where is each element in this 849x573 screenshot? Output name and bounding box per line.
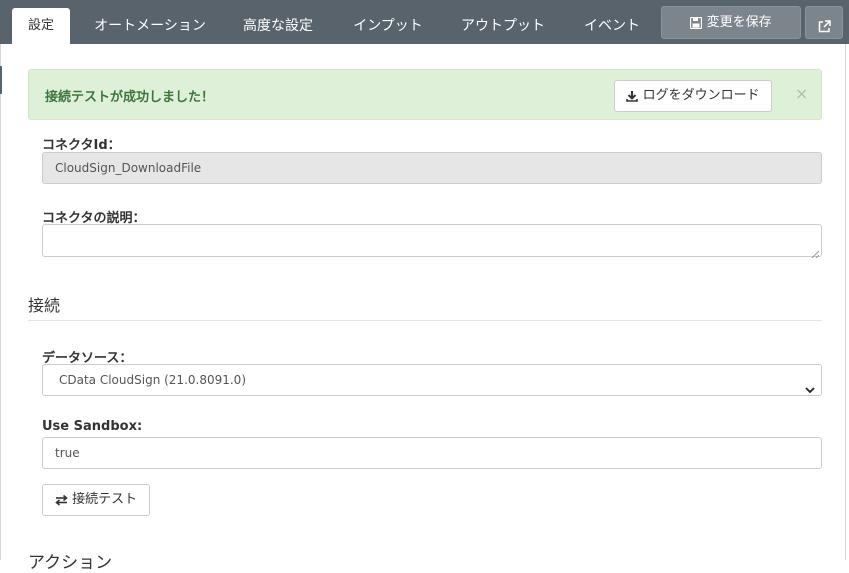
floppy-disk-icon xyxy=(690,15,706,30)
download-icon xyxy=(626,88,642,103)
save-changes-label: 変更を保存 xyxy=(706,15,772,30)
use-sandbox-input[interactable]: true xyxy=(42,437,822,469)
tab-input[interactable]: インプット xyxy=(340,8,436,44)
connection-test-button[interactable]: 接続テスト xyxy=(42,484,150,516)
actions-section-title: アクション xyxy=(28,553,113,573)
datasource-value: CData CloudSign (21.0.8091.0) xyxy=(59,373,246,387)
connector-id-field: CloudSign_DownloadFile xyxy=(42,152,822,184)
connector-description-textarea[interactable] xyxy=(42,224,822,258)
connection-test-label: 接続テスト xyxy=(72,492,138,507)
connector-id-value: CloudSign_DownloadFile xyxy=(55,161,202,175)
section-divider xyxy=(28,320,822,321)
panel-left-marker xyxy=(0,66,2,94)
download-log-label: ログをダウンロード xyxy=(642,88,760,103)
tab-automation[interactable]: オートメーション xyxy=(84,8,216,44)
top-tab-bar: 設定 オートメーション 高度な設定 インプット アウトプット イベント 変更を保… xyxy=(0,0,849,44)
success-alert: 接続テストが成功しました！ ログをダウンロード × xyxy=(28,69,822,120)
chevron-down-icon xyxy=(805,374,815,393)
datasource-select[interactable]: CData CloudSign (21.0.8091.0) xyxy=(42,364,822,396)
use-sandbox-value: true xyxy=(55,446,80,460)
open-external-button[interactable] xyxy=(805,6,843,39)
alert-message: 接続テストが成功しました！ xyxy=(45,90,215,105)
panel-left-border xyxy=(0,44,1,560)
tab-events[interactable]: イベント xyxy=(574,8,650,44)
external-link-icon xyxy=(818,16,831,35)
save-changes-button[interactable]: 変更を保存 xyxy=(661,6,801,39)
connection-section-title: 接続 xyxy=(28,296,61,315)
resize-handle-icon[interactable] xyxy=(811,246,820,258)
tab-settings[interactable]: 設定 xyxy=(12,8,70,44)
close-icon[interactable]: × xyxy=(795,84,808,103)
download-log-button[interactable]: ログをダウンロード xyxy=(614,80,772,112)
connector-id-label: コネクタId： xyxy=(42,138,121,153)
panel-right-border xyxy=(845,44,846,560)
exchange-arrows-icon xyxy=(55,492,72,507)
tab-advanced[interactable]: 高度な設定 xyxy=(232,8,324,44)
tab-output[interactable]: アウトプット xyxy=(452,8,554,44)
use-sandbox-label: Use Sandbox: xyxy=(42,419,143,434)
